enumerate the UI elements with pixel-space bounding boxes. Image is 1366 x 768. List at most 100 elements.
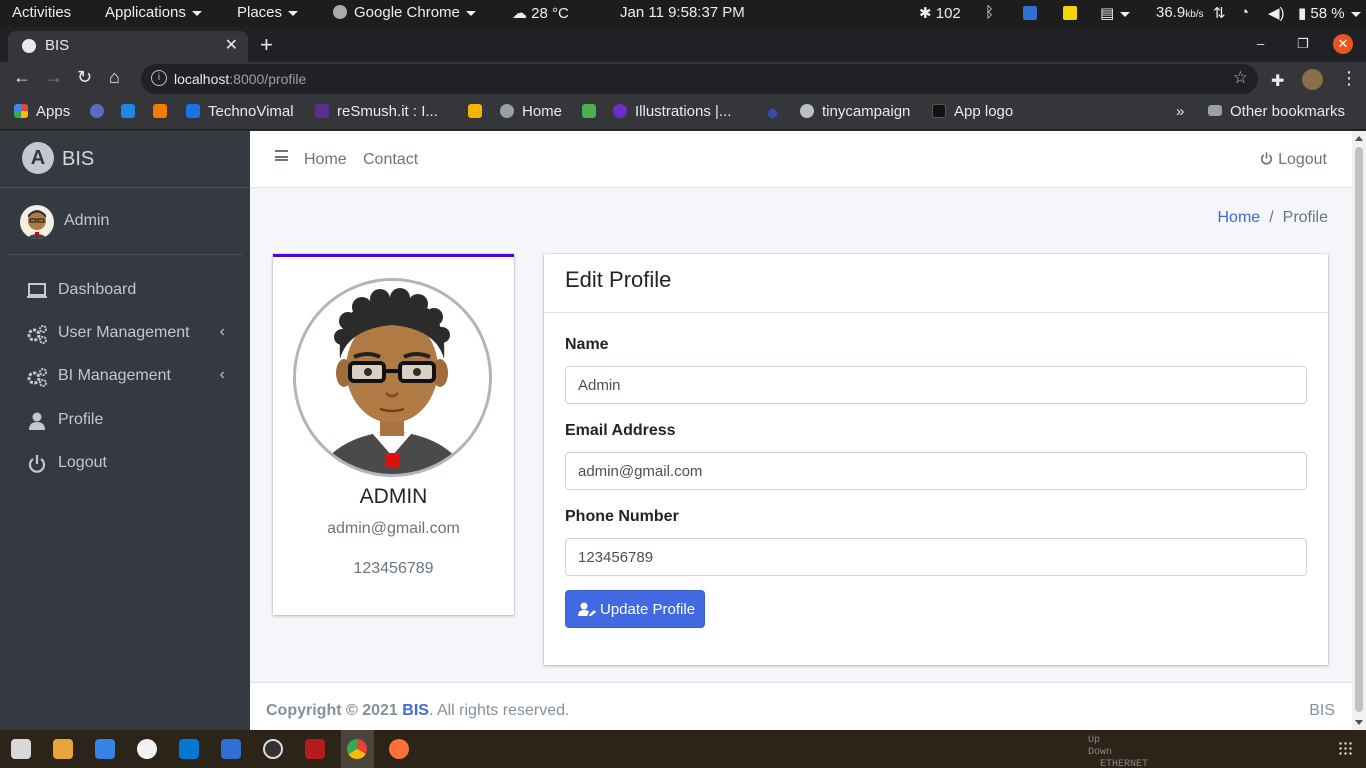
vscode-icon[interactable] [179, 739, 199, 759]
email-label: Email Address [565, 422, 676, 439]
net-up-label: Up [1088, 735, 1101, 746]
bookmark-tinycampaign[interactable]: tinycampaign [800, 103, 910, 120]
bookmark-home[interactable]: Home [500, 103, 562, 120]
user-name[interactable]: Admin [64, 212, 109, 230]
name-field[interactable] [565, 366, 1307, 404]
navbar-logout-link[interactable]: Logout [1259, 151, 1327, 169]
net-speed-unit: kb/s [1185, 9, 1204, 20]
brand-link[interactable]: A BIS [0, 131, 250, 188]
phone-field[interactable] [565, 538, 1307, 576]
firefox-icon[interactable] [389, 739, 409, 759]
activities-button[interactable]: Activities [12, 4, 71, 21]
active-app-menu[interactable]: Google Chrome [333, 4, 476, 21]
bookmark-icon-only[interactable] [90, 103, 112, 120]
chevron-down-icon [1350, 11, 1361, 17]
email-field[interactable] [565, 452, 1307, 490]
chrome-icon[interactable] [347, 739, 367, 759]
tab-close-icon[interactable]: ✕ [225, 35, 238, 55]
bookmark-star-icon[interactable]: ☆ [1233, 68, 1248, 88]
bluetooth-icon[interactable]: ᛒ [985, 4, 994, 21]
libreoffice-icon[interactable] [137, 739, 157, 759]
home-icon[interactable]: ⌂ [109, 67, 120, 88]
logout-label: Logout [1278, 151, 1327, 168]
clipboard-icon[interactable]: ▤ [1100, 4, 1131, 22]
mail-icon[interactable] [1023, 6, 1037, 20]
power-icon [28, 455, 46, 473]
wifi-icon[interactable]: ◔ [1240, 4, 1249, 21]
bookmark-apps[interactable]: Apps [14, 103, 70, 120]
bookmarks-overflow-icon[interactable]: » [1176, 103, 1184, 120]
bookmark-app-logo[interactable]: App logo [932, 103, 1013, 120]
other-bookmarks[interactable]: Other bookmarks [1208, 103, 1345, 120]
filezilla-icon[interactable] [305, 739, 325, 759]
show-desktop-icon[interactable] [11, 739, 31, 759]
net-speed-indicator[interactable]: 36.9kb/s [1156, 4, 1204, 21]
update-profile-label: Update Profile [600, 601, 696, 618]
user-edit-icon [578, 602, 596, 616]
nav-contact-link[interactable]: Contact [363, 151, 418, 169]
notes-icon[interactable] [1063, 6, 1077, 20]
sidebar-item-dashboard[interactable]: Dashboard [8, 271, 242, 311]
site-info-icon[interactable]: i [151, 70, 167, 86]
profile-avatar [293, 278, 492, 477]
nav-home-link[interactable]: Home [304, 151, 347, 169]
footer-brand-link[interactable]: BIS [402, 702, 429, 719]
notification-indicator[interactable]: ✱ 102 [919, 4, 961, 22]
back-icon[interactable]: ← [13, 67, 31, 88]
sidebar-item-bi-management[interactable]: BI Management ‹ [8, 357, 242, 397]
applications-menu[interactable]: Applications [105, 4, 202, 21]
bookmark-resmush[interactable]: reSmush.it : I... [315, 103, 438, 120]
extensions-icon[interactable]: ✚ [1271, 71, 1284, 91]
card-title: Edit Profile [565, 267, 672, 292]
profile-phone: 123456789 [353, 560, 434, 577]
profile-avatar-icon[interactable] [1302, 69, 1323, 90]
clock[interactable]: Jan 11 9:58:37 PM [620, 4, 745, 21]
minimize-icon[interactable]: – [1257, 36, 1264, 51]
bookmark-icon-only[interactable] [766, 103, 785, 120]
window-close-icon[interactable]: ✕ [1333, 34, 1353, 54]
bookmark-label: reSmush.it : I... [337, 103, 438, 120]
menu-toggle-icon[interactable] [275, 150, 288, 161]
page-scrollbar[interactable] [1352, 131, 1366, 730]
restore-icon[interactable]: ❐ [1297, 36, 1309, 52]
text-editor-icon[interactable] [95, 739, 115, 759]
weather-indicator[interactable]: ☁ 28 °C [512, 4, 569, 22]
update-profile-button[interactable]: Update Profile [565, 590, 705, 628]
url-text[interactable]: localhost:8000/profile [174, 71, 306, 87]
bookmark-technovimal[interactable]: TechnoVimal [186, 103, 294, 120]
footer-version: BIS [1309, 702, 1335, 719]
reload-icon[interactable]: ↻ [77, 67, 92, 88]
places-menu[interactable]: Places [237, 4, 299, 21]
sidebar-item-user-management[interactable]: User Management ‹ [8, 314, 242, 354]
mail-app-icon[interactable] [221, 739, 241, 759]
sidebar-item-logout[interactable]: Logout [8, 444, 242, 484]
chevron-down-icon [1120, 11, 1131, 17]
bookmark-icon-only[interactable] [121, 103, 143, 120]
battery-indicator[interactable]: ▮ 58 % [1298, 4, 1361, 22]
address-bar[interactable]: i localhost:8000/profile ☆ [141, 64, 1258, 94]
new-tab-icon[interactable]: + [260, 32, 273, 58]
breadcrumb-home-link[interactable]: Home [1218, 209, 1261, 226]
files-icon[interactable] [53, 739, 73, 759]
network-icon[interactable]: ⇅ [1213, 4, 1226, 22]
app-grid-icon[interactable] [1338, 741, 1352, 755]
bookmark-illustrations[interactable]: Illustrations |... [613, 103, 731, 120]
timer-icon[interactable] [263, 739, 283, 759]
scroll-up-icon[interactable] [1355, 136, 1363, 141]
avatar-illustration [25, 210, 49, 239]
scrollbar-thumb[interactable] [1355, 147, 1363, 712]
browser-tab[interactable]: BIS ✕ [8, 31, 248, 62]
bookmark-favicon-icon [121, 104, 135, 118]
forward-icon[interactable]: → [45, 67, 63, 88]
bookmark-icon-only[interactable] [582, 103, 604, 120]
net-iface-label: ETHERNET [1100, 759, 1149, 768]
scroll-down-icon[interactable] [1355, 720, 1363, 725]
profile-email: admin@gmail.com [327, 520, 460, 537]
bookmark-icon-only[interactable] [468, 103, 490, 120]
bookmark-icon-only[interactable] [153, 103, 175, 120]
volume-icon[interactable]: ◀) [1268, 4, 1285, 22]
bookmark-favicon-icon [90, 104, 104, 118]
menu-icon[interactable]: ⋮ [1340, 68, 1358, 89]
sidebar-item-profile[interactable]: Profile [8, 401, 242, 441]
avatar[interactable] [20, 205, 54, 239]
